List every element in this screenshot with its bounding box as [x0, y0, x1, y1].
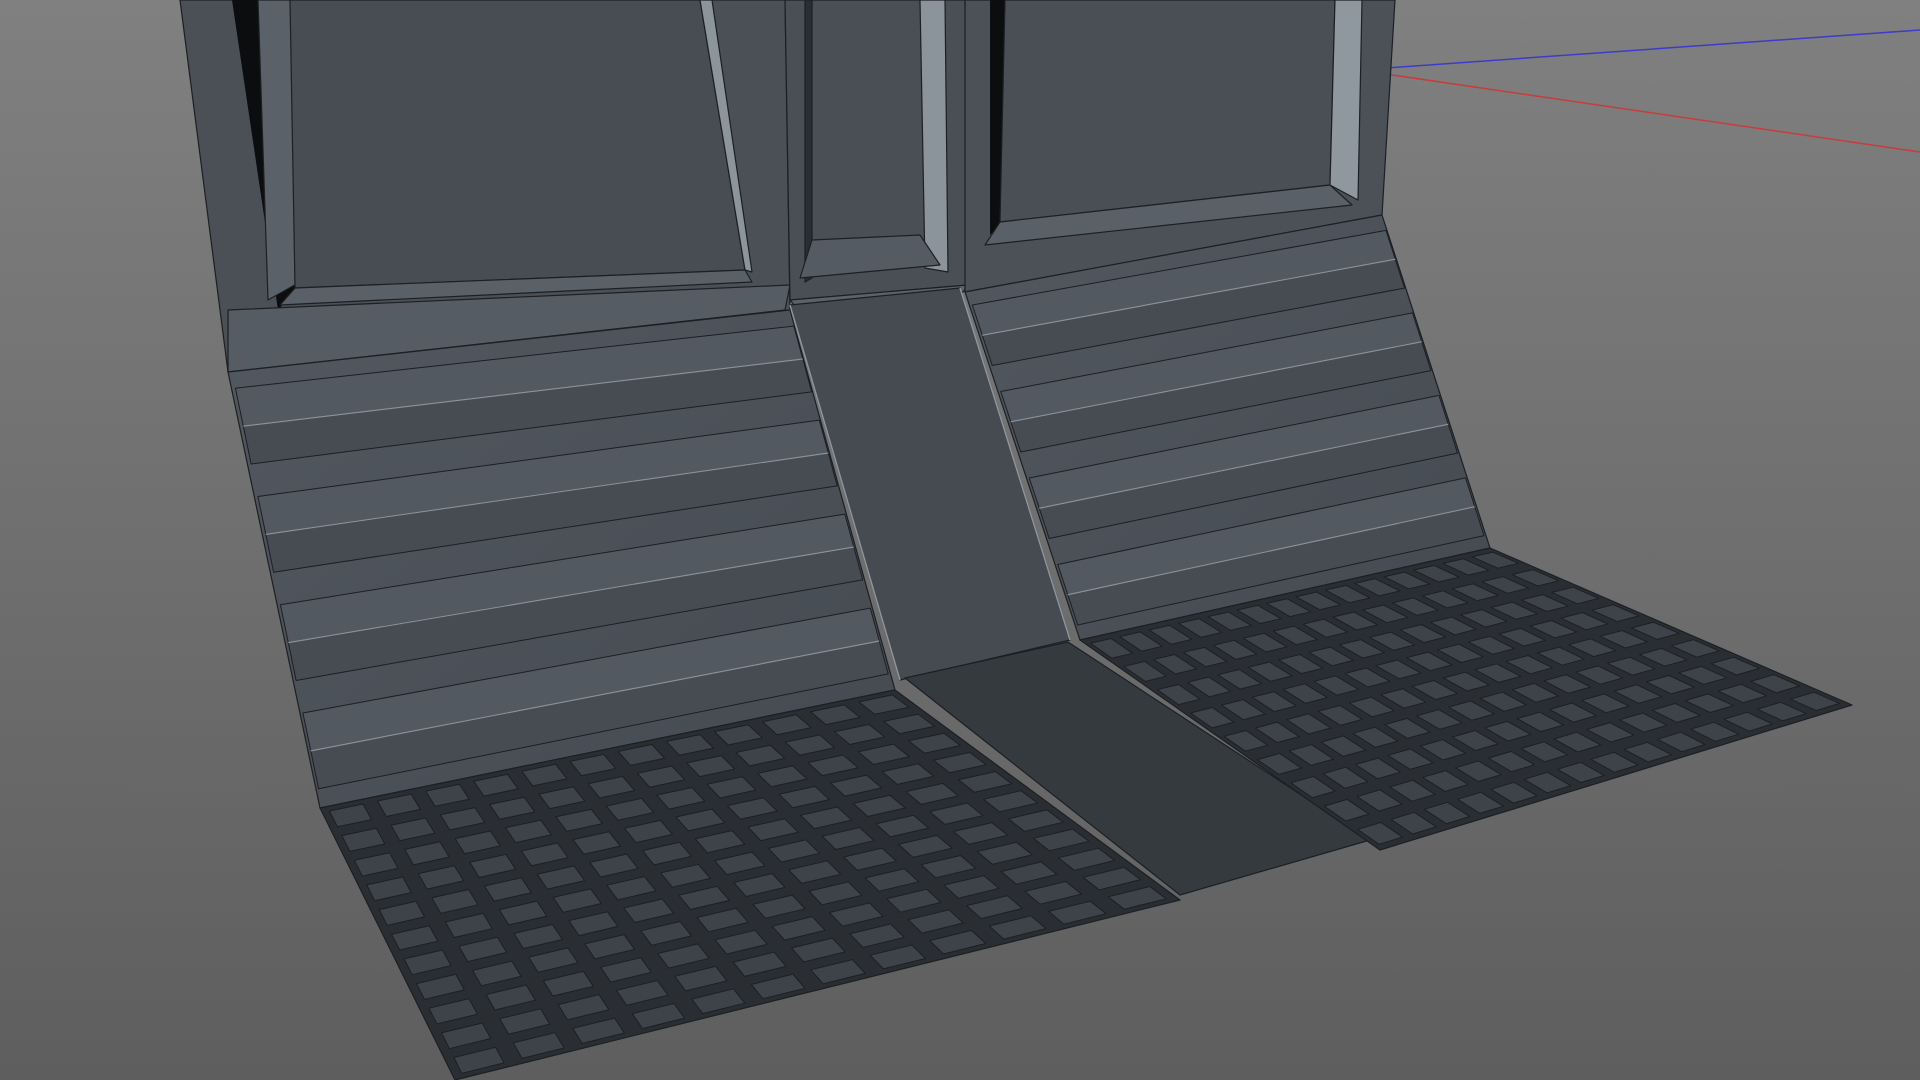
left-wall-panel[interactable]: [179, 0, 791, 373]
scene-canvas[interactable]: [0, 0, 1920, 1080]
3d-viewport[interactable]: [0, 0, 1920, 1080]
center-column[interactable]: [784, 0, 969, 307]
